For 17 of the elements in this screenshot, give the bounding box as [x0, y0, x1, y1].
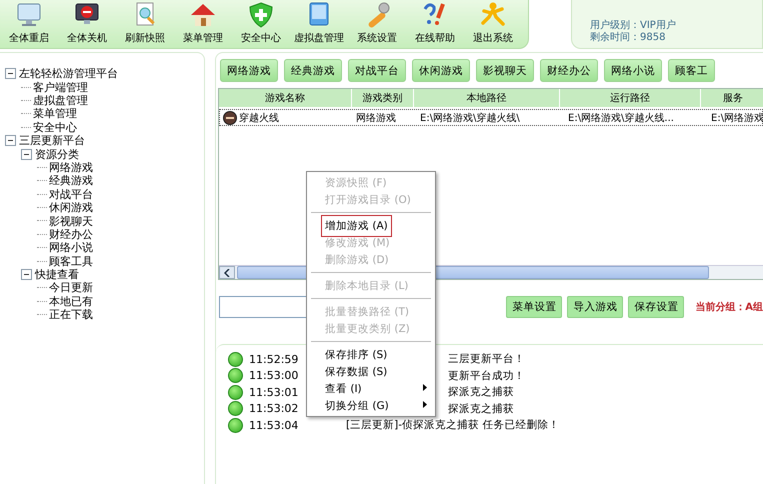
log-time: 11:53:01 [249, 386, 300, 399]
log-time: 11:53:00 [249, 369, 300, 382]
table-cell-text: E:\网络游戏\穿越火线\ [420, 112, 520, 124]
table-cell-text: 穿越火线 [239, 112, 279, 124]
log-message: 三层更新平台！ [448, 352, 525, 366]
log-time: 11:53:02 [249, 402, 300, 416]
log-message: 探派克之捕获 [448, 402, 514, 416]
table-cell-text: E:\网络游戏\穿越火线... [568, 112, 674, 124]
log-time: 11:52:59 [249, 352, 300, 366]
user-info-text: 剩余时间：9858 [590, 32, 666, 44]
log-message: [三层更新]-侦探派克之捕获 任务已经删除！ [346, 418, 560, 432]
current-group-label: 当前分组：A组 [695, 300, 763, 314]
log-message: 探派克之捕获 [448, 385, 514, 400]
user-info-text: 用户级别：VIP用户 [590, 20, 677, 32]
table-cell-text: 网络游戏 [356, 112, 396, 124]
log-time: 11:53:04 [249, 418, 300, 432]
log-message: 更新平台成功！ [448, 368, 525, 383]
